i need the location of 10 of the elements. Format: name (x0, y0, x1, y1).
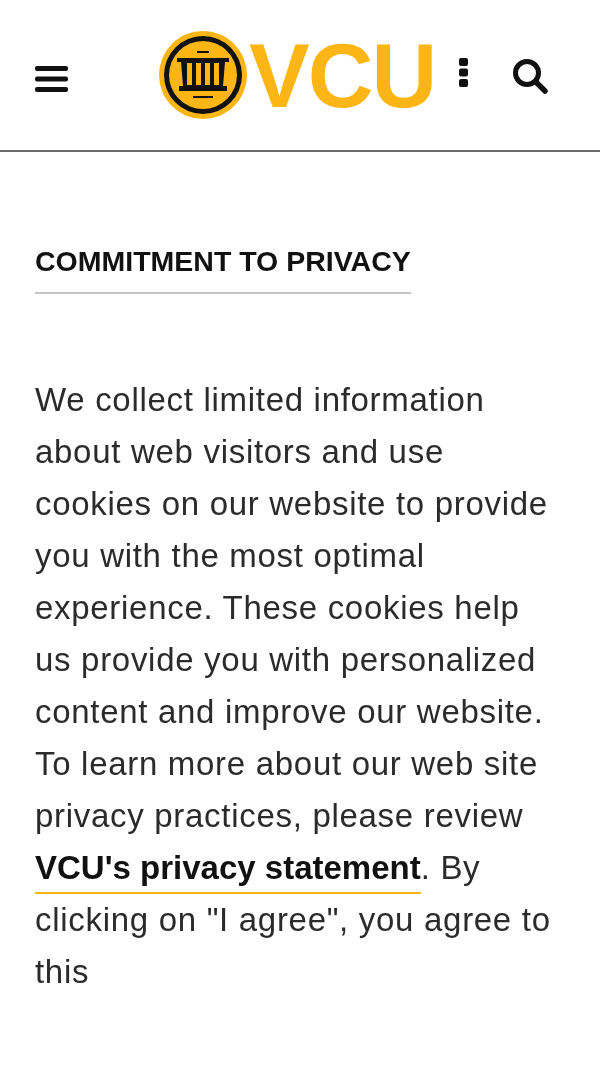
menu-icon (35, 66, 68, 92)
search-button[interactable] (512, 58, 549, 94)
more-options-button[interactable] (459, 57, 469, 87)
vertical-dots-icon (459, 57, 469, 87)
section-heading: COMMITMENT TO PRIVACY (35, 244, 411, 294)
privacy-statement-link[interactable]: VCU's privacy statement (35, 849, 421, 894)
search-icon (512, 58, 549, 94)
menu-button[interactable] (35, 66, 68, 92)
columns-seal-icon (159, 31, 247, 119)
privacy-paragraph: We collect limited information about web visitors and use cookies on our website to provide you with the most optimal experience. These cookies help us provide you with personalized content and improve our website. To learn more about our web site privacy practices, please review VCU's privacy statement. By clicking on "I agree", you agree to this (35, 380, 552, 992)
